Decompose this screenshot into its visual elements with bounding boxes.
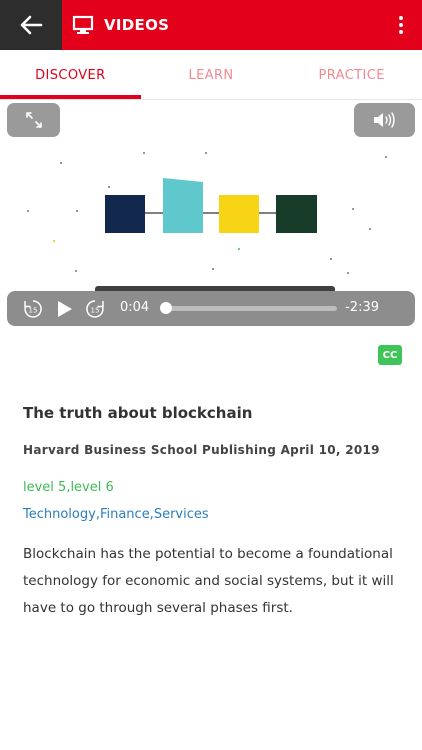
tab-discover[interactable]: DISCOVER [0, 50, 141, 100]
fullscreen-button[interactable] [7, 103, 60, 137]
video-title: The truth about blockchain [23, 404, 253, 422]
tab-bar: DISCOVER LEARN PRACTICE [0, 50, 422, 100]
volume-button[interactable] [354, 103, 415, 137]
page-title: VIDEOS [104, 16, 170, 34]
arrow-left-icon [20, 15, 43, 35]
publisher-date: Harvard Business School Publishing April… [23, 443, 380, 457]
remaining-time: -2:39 [345, 300, 379, 315]
tab-learn[interactable]: LEARN [141, 50, 282, 100]
more-options-button[interactable] [388, 12, 414, 38]
play-icon[interactable] [53, 298, 75, 320]
back-button[interactable] [0, 0, 62, 50]
forward-seconds-label: 15 [91, 307, 100, 315]
topic-tags[interactable]: Technology,Finance,Services [23, 507, 209, 522]
video-description: Blockchain has the potential to become a… [23, 546, 394, 616]
tab-practice[interactable]: PRACTICE [281, 50, 422, 100]
rewind-seconds-label: 15 [29, 307, 38, 315]
more-vertical-icon [399, 16, 403, 20]
seek-thumb[interactable] [160, 302, 173, 314]
volume-icon [373, 112, 395, 128]
playback-controls: 15 15 0:04 -2:39 [7, 291, 415, 326]
forward-15-icon[interactable]: 15 [84, 298, 106, 320]
app-header: VIDEOS [0, 0, 422, 50]
closed-captions-button[interactable]: CC [378, 345, 402, 365]
current-time: 0:04 [120, 300, 150, 315]
monitor-icon [72, 15, 94, 34]
expand-icon [25, 112, 42, 128]
header-title-group: VIDEOS [72, 0, 169, 50]
seek-bar[interactable] [160, 302, 337, 314]
rewind-15-icon[interactable]: 15 [22, 298, 44, 320]
level-tags[interactable]: level 5,level 6 [23, 480, 114, 495]
blockchain-illustration [105, 178, 317, 233]
